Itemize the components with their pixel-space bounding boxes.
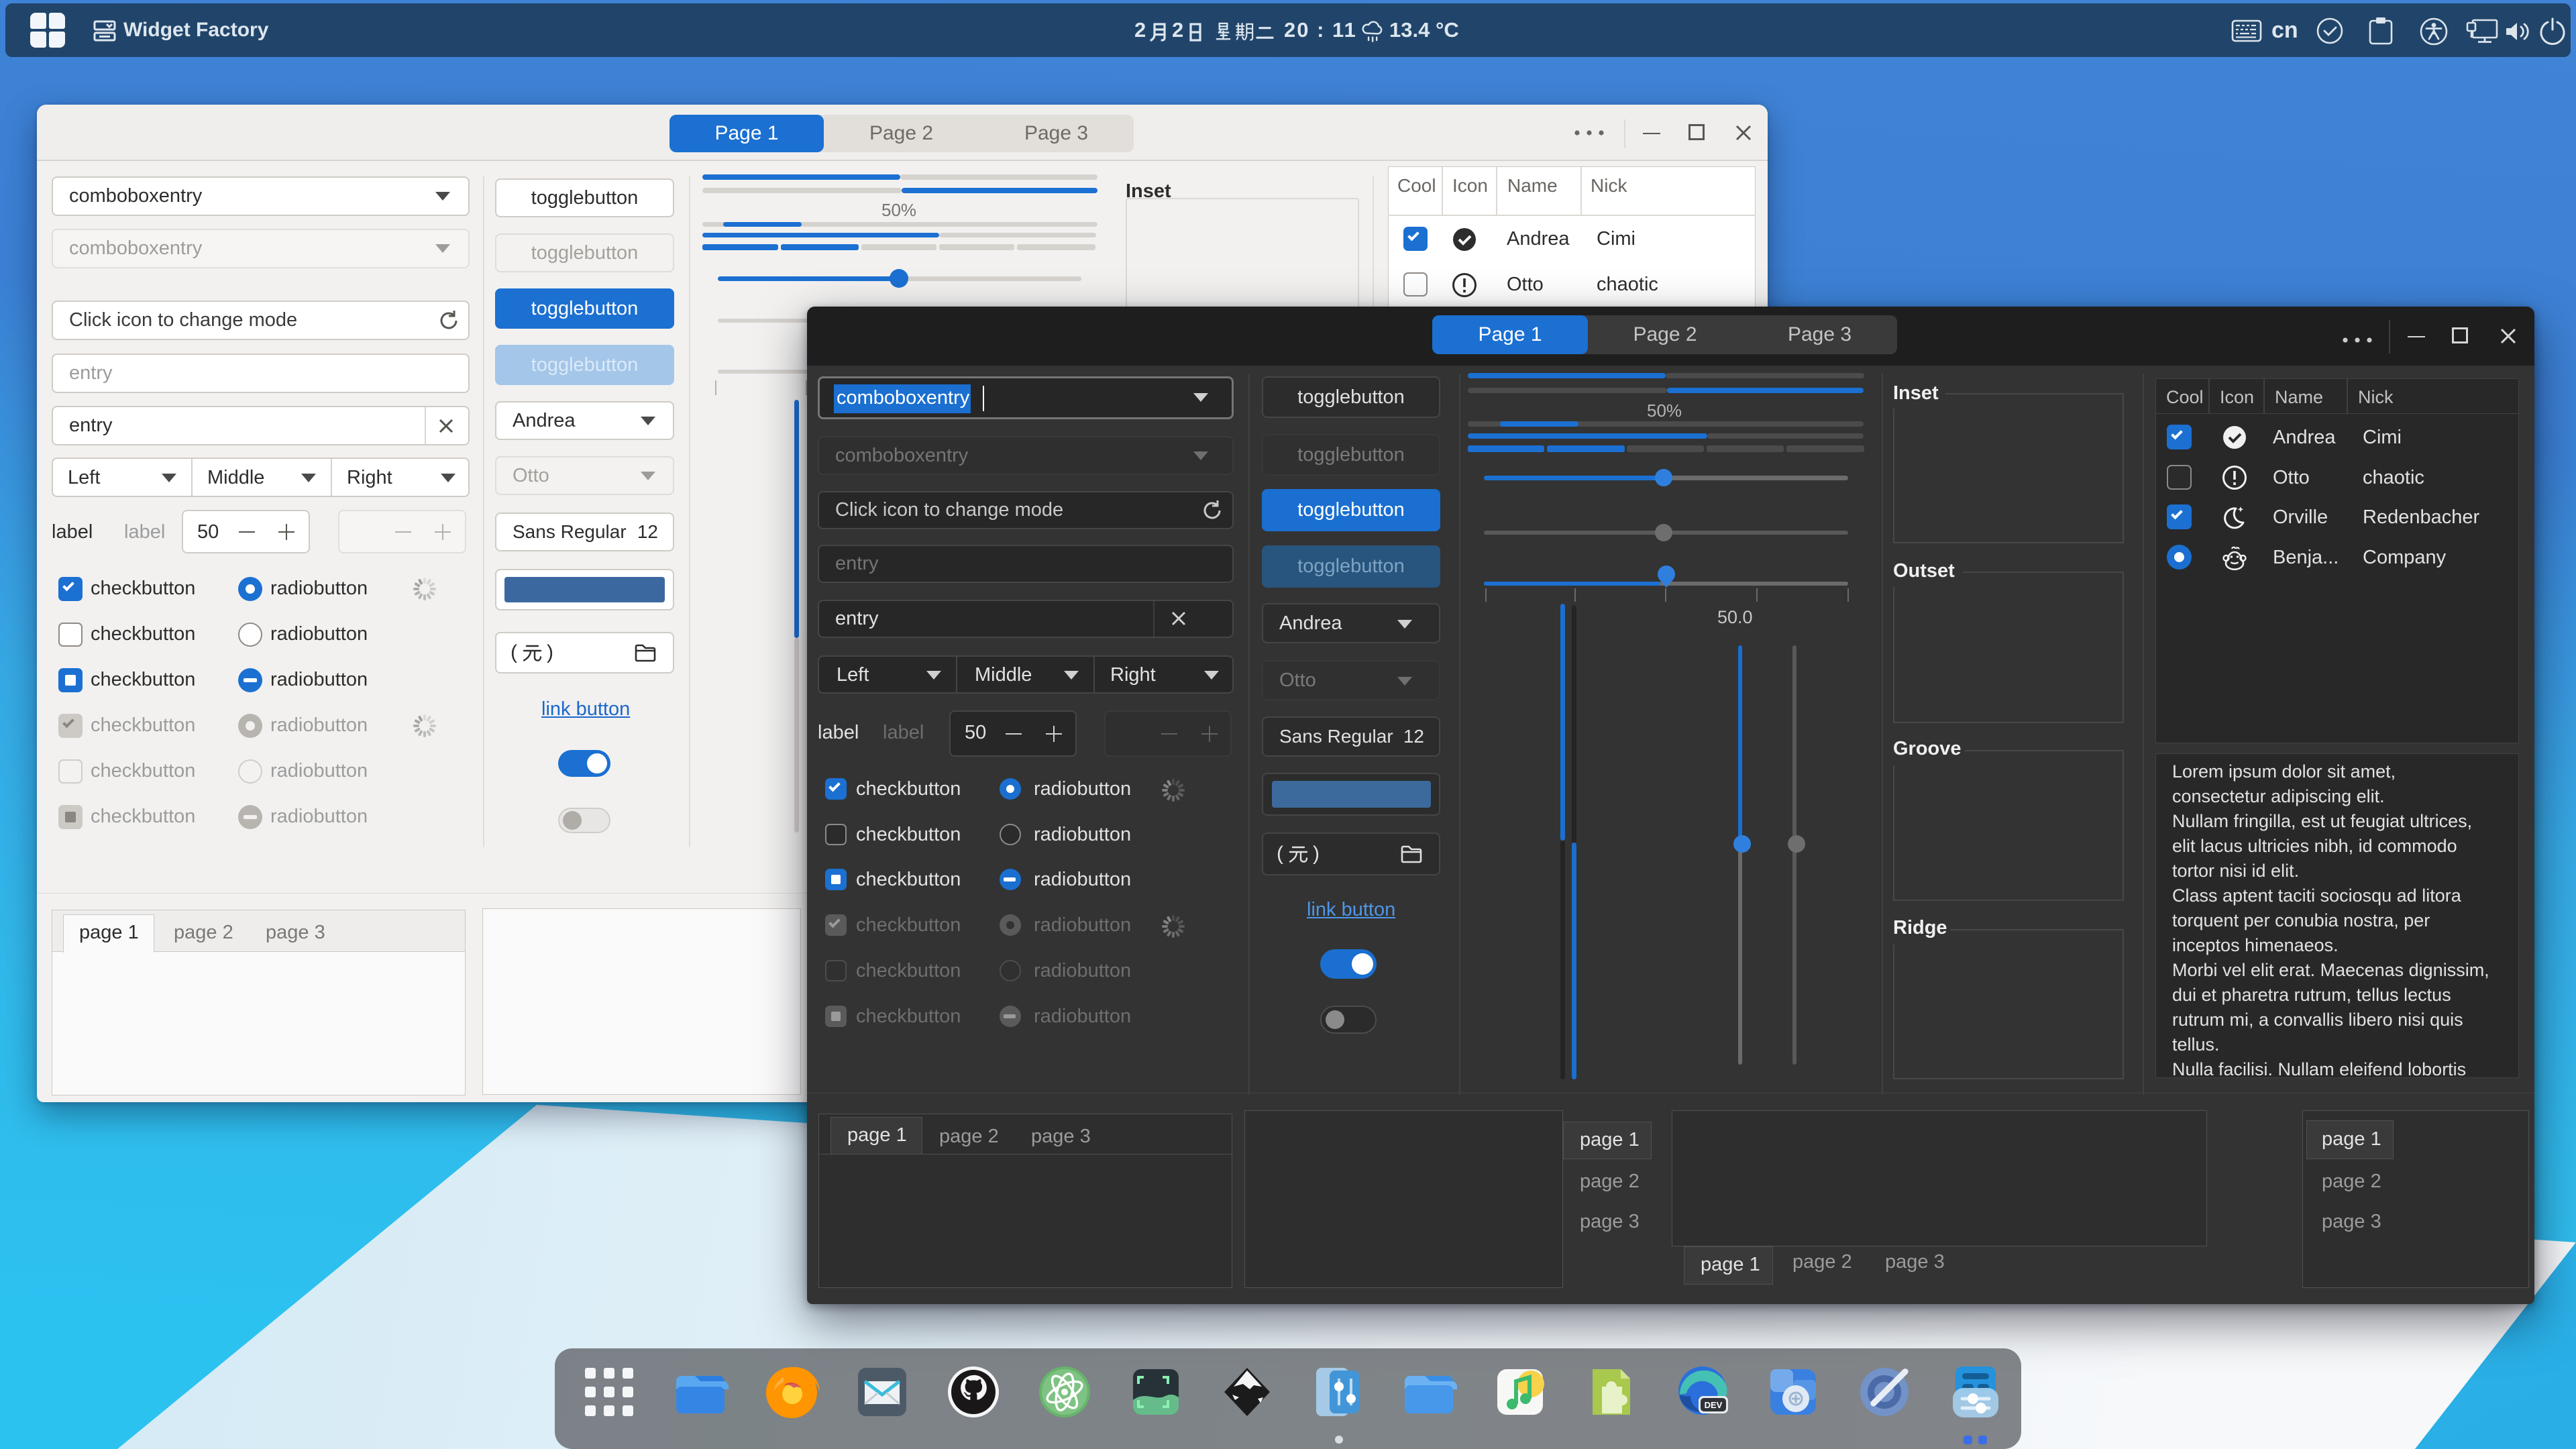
svg-text:DEV: DEV — [1705, 1400, 1723, 1410]
